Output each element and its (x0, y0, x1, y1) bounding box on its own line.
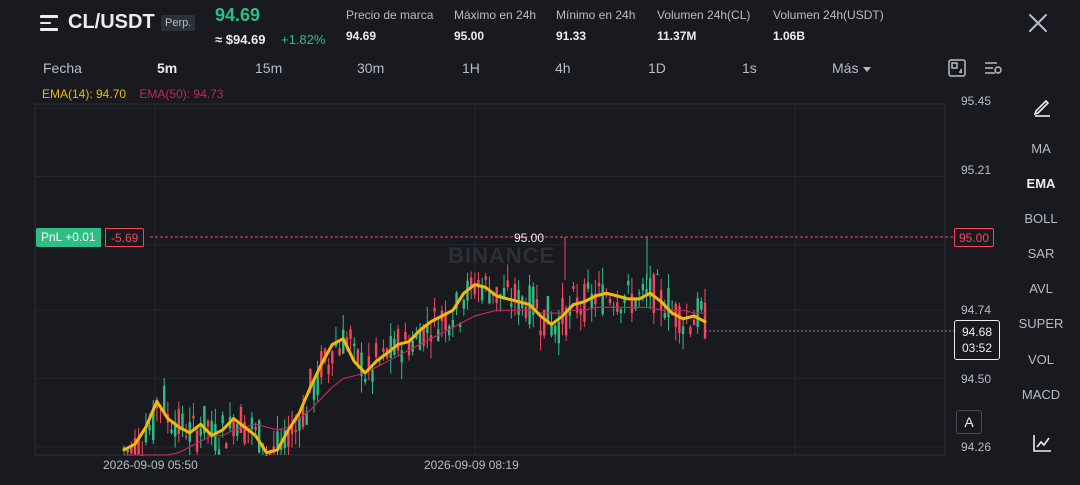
candle-body (206, 420, 210, 427)
candle-body (217, 449, 221, 455)
indicator-macd[interactable]: MACD (1010, 387, 1072, 402)
candle-body (148, 425, 151, 431)
candle-body (597, 282, 601, 287)
y-tick-label: 94.50 (961, 372, 992, 386)
candle-body (214, 423, 217, 451)
candle-body (363, 378, 367, 382)
candle-body (250, 417, 254, 429)
indicator-sar[interactable]: SAR (1010, 246, 1072, 261)
candle-body (458, 324, 462, 327)
candle-body (382, 348, 385, 352)
candle-body (170, 429, 173, 434)
candle-body (524, 306, 528, 319)
candle-body (700, 301, 703, 310)
candle-body (374, 343, 378, 358)
candle-body (630, 293, 634, 313)
candle-body (681, 326, 685, 334)
candle-countdown: 03:52 (961, 341, 993, 355)
candles (122, 237, 707, 456)
candle-body (360, 352, 363, 377)
candle-body (638, 292, 641, 294)
candle-body (338, 348, 341, 356)
candle-body (535, 299, 539, 309)
indicator-super[interactable]: SUPER (1010, 316, 1072, 331)
candle-body (692, 320, 696, 326)
candle-body (404, 331, 407, 340)
candle-body (177, 408, 181, 435)
x-tick-label: 2026-09-09 08:19 (424, 458, 519, 472)
candle-body (239, 406, 243, 434)
candle-body (462, 300, 466, 309)
candle-body (656, 273, 659, 275)
indicator-ma[interactable]: MA (1010, 141, 1072, 156)
candle-body (418, 330, 422, 351)
chart-grid (34, 103, 954, 456)
candle-body (667, 287, 670, 317)
pnl-tag[interactable]: PnL +0.01 (36, 228, 101, 247)
candle-body (396, 328, 400, 351)
candle-body (448, 326, 451, 336)
candle-body (557, 321, 561, 344)
candle-body (539, 330, 542, 336)
candle-body (195, 430, 199, 452)
candle-body (619, 309, 623, 314)
entry-price-tag: 95.00 (954, 228, 995, 247)
pnl-value: -5.69 (105, 228, 145, 247)
candle-body (327, 364, 330, 375)
indicator-chart-icon[interactable] (1031, 432, 1053, 454)
plot-frame (34, 103, 946, 456)
candle-body (601, 284, 604, 315)
candle-body (298, 418, 301, 431)
candle-body (162, 386, 166, 412)
binance-watermark: BINANCE (448, 243, 556, 268)
candle-body (144, 429, 148, 443)
candle-body (184, 436, 188, 438)
indicator-vol[interactable]: VOL (1010, 352, 1072, 367)
y-tick-label: 95.45 (961, 94, 992, 108)
candle-body (663, 313, 667, 318)
candle-body (353, 343, 356, 347)
candle-body (400, 350, 403, 363)
candle-body (433, 307, 436, 312)
candle-body (572, 285, 575, 289)
candle-body (641, 284, 645, 291)
indicator-boll[interactable]: BOLL (1010, 211, 1072, 226)
candle-body (506, 280, 509, 287)
candle-body (349, 329, 352, 340)
auto-scale-button[interactable]: A (956, 410, 982, 434)
current-price-tag: 94.68 03:52 (954, 320, 1000, 360)
candle-body (411, 340, 414, 352)
current-price: 94.68 (961, 325, 993, 339)
indicator-ema[interactable]: EMA (1010, 176, 1072, 191)
candle-body (199, 428, 202, 436)
draw-pencil-icon[interactable] (1031, 95, 1053, 117)
candle-body (192, 415, 195, 419)
candle-body (553, 325, 557, 335)
y-tick-label: 95.21 (961, 163, 992, 177)
candle-body (586, 282, 590, 289)
x-tick-label: 2026-09-09 05:50 (103, 458, 198, 472)
candle-body (331, 351, 334, 364)
candle-body (484, 276, 487, 280)
candle-body (590, 293, 593, 308)
candle-body (510, 303, 513, 307)
candle-body (225, 443, 228, 449)
indicator-avl[interactable]: AVL (1010, 281, 1072, 296)
candle-body (254, 426, 257, 431)
candle-body (294, 429, 297, 433)
high-marker-label: 95.00 (514, 231, 545, 245)
candle-body (265, 455, 268, 456)
candle-body (389, 336, 392, 358)
y-tick-label: 94.74 (961, 303, 992, 317)
candle-body (371, 369, 374, 382)
candle-body (689, 327, 692, 334)
candle-body (627, 280, 630, 286)
candle-body (236, 424, 239, 436)
y-tick-label: 94.26 (961, 440, 992, 454)
candle-body (561, 298, 564, 324)
candle-body (608, 298, 612, 304)
candle-body (221, 415, 224, 424)
candle-body (473, 286, 476, 295)
